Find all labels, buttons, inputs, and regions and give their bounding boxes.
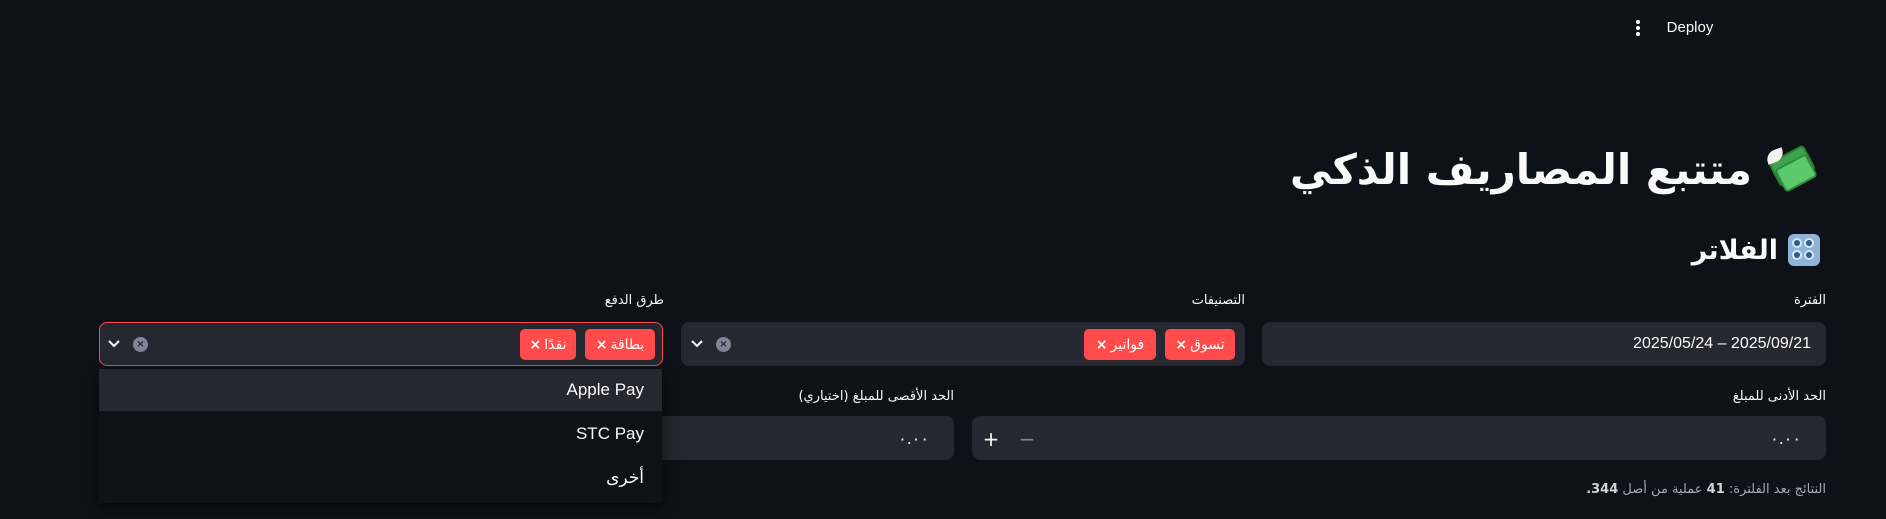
results-middle: عملية من أصل [1622,482,1703,497]
decrement-button[interactable]: − [1013,425,1041,453]
payment-chip[interactable]: بطاقة × [585,329,655,360]
chip-remove-icon[interactable]: × [530,337,542,353]
payment-methods-dropdown: Apple Pay STC Pay أخرى [99,369,662,503]
category-chip-label: تسوق [1190,336,1225,353]
results-caption: النتائج بعد الفلترة: 41 عملية من أصل 344… [1586,482,1826,497]
dropdown-option-other[interactable]: أخرى [99,457,662,499]
chevron-down-icon[interactable] [688,333,706,355]
kebab-menu-icon[interactable] [1624,14,1652,42]
results-total-count: 344. [1586,482,1619,497]
dropdown-option-stc-pay[interactable]: STC Pay [99,413,662,455]
max-amount-value: ٠.٠٠ [898,429,929,448]
category-chip[interactable]: تسوق × [1165,329,1235,360]
min-amount-input[interactable]: ٠.٠٠ + − [972,416,1826,460]
payment-methods-multiselect[interactable]: بطاقة × نقدًا × × [99,322,663,366]
clear-all-icon[interactable]: × [716,337,731,352]
top-toolbar: Deploy [0,0,1886,56]
control-knobs-icon [1788,234,1820,266]
category-chip[interactable]: فواتير × [1084,329,1156,360]
increment-button[interactable]: + [977,425,1005,453]
clear-all-icon[interactable]: × [133,337,148,352]
results-prefix: النتائج بعد الفلترة: [1728,482,1826,497]
categories-label: التصنيفات [1191,293,1245,308]
filters-heading: الفلاتر [1692,234,1820,266]
payment-methods-label: طرق الدفع [604,293,664,308]
min-amount-value: ٠.٠٠ [1770,429,1801,448]
payment-chip[interactable]: نقدًا × [520,329,576,360]
max-amount-label: الحد الأقصى للمبلغ (اختياري) [798,389,954,404]
dropdown-option-apple-pay[interactable]: Apple Pay [99,369,662,411]
chip-remove-icon[interactable]: × [1175,337,1187,353]
filters-heading-text: الفلاتر [1691,234,1778,266]
period-date-input[interactable]: 2025/05/24 – 2025/09/21 [1262,322,1826,366]
chevron-down-icon[interactable] [105,333,123,355]
results-filtered-count: 41 [1706,482,1725,497]
period-label: الفترة [1793,293,1826,308]
period-value: 2025/05/24 – 2025/09/21 [1633,335,1811,352]
deploy-button[interactable]: Deploy [1660,16,1720,40]
chip-remove-icon[interactable]: × [1096,337,1108,353]
max-amount-input[interactable]: ٠.٠٠ [640,416,954,460]
min-amount-label: الحد الأدنى للمبلغ [1732,389,1826,404]
chip-remove-icon[interactable]: × [596,337,608,353]
flying-money-icon [1764,143,1818,194]
payment-chip-label: بطاقة [610,336,645,353]
payment-chip-label: نقدًا [544,336,567,353]
category-chip-label: فواتير [1110,336,1145,353]
page-title-text: متتبع المصاريف الذكي [1289,145,1752,194]
page-title: متتبع المصاريف الذكي [1289,143,1818,194]
categories-multiselect[interactable]: تسوق × فواتير × × [681,322,1245,366]
